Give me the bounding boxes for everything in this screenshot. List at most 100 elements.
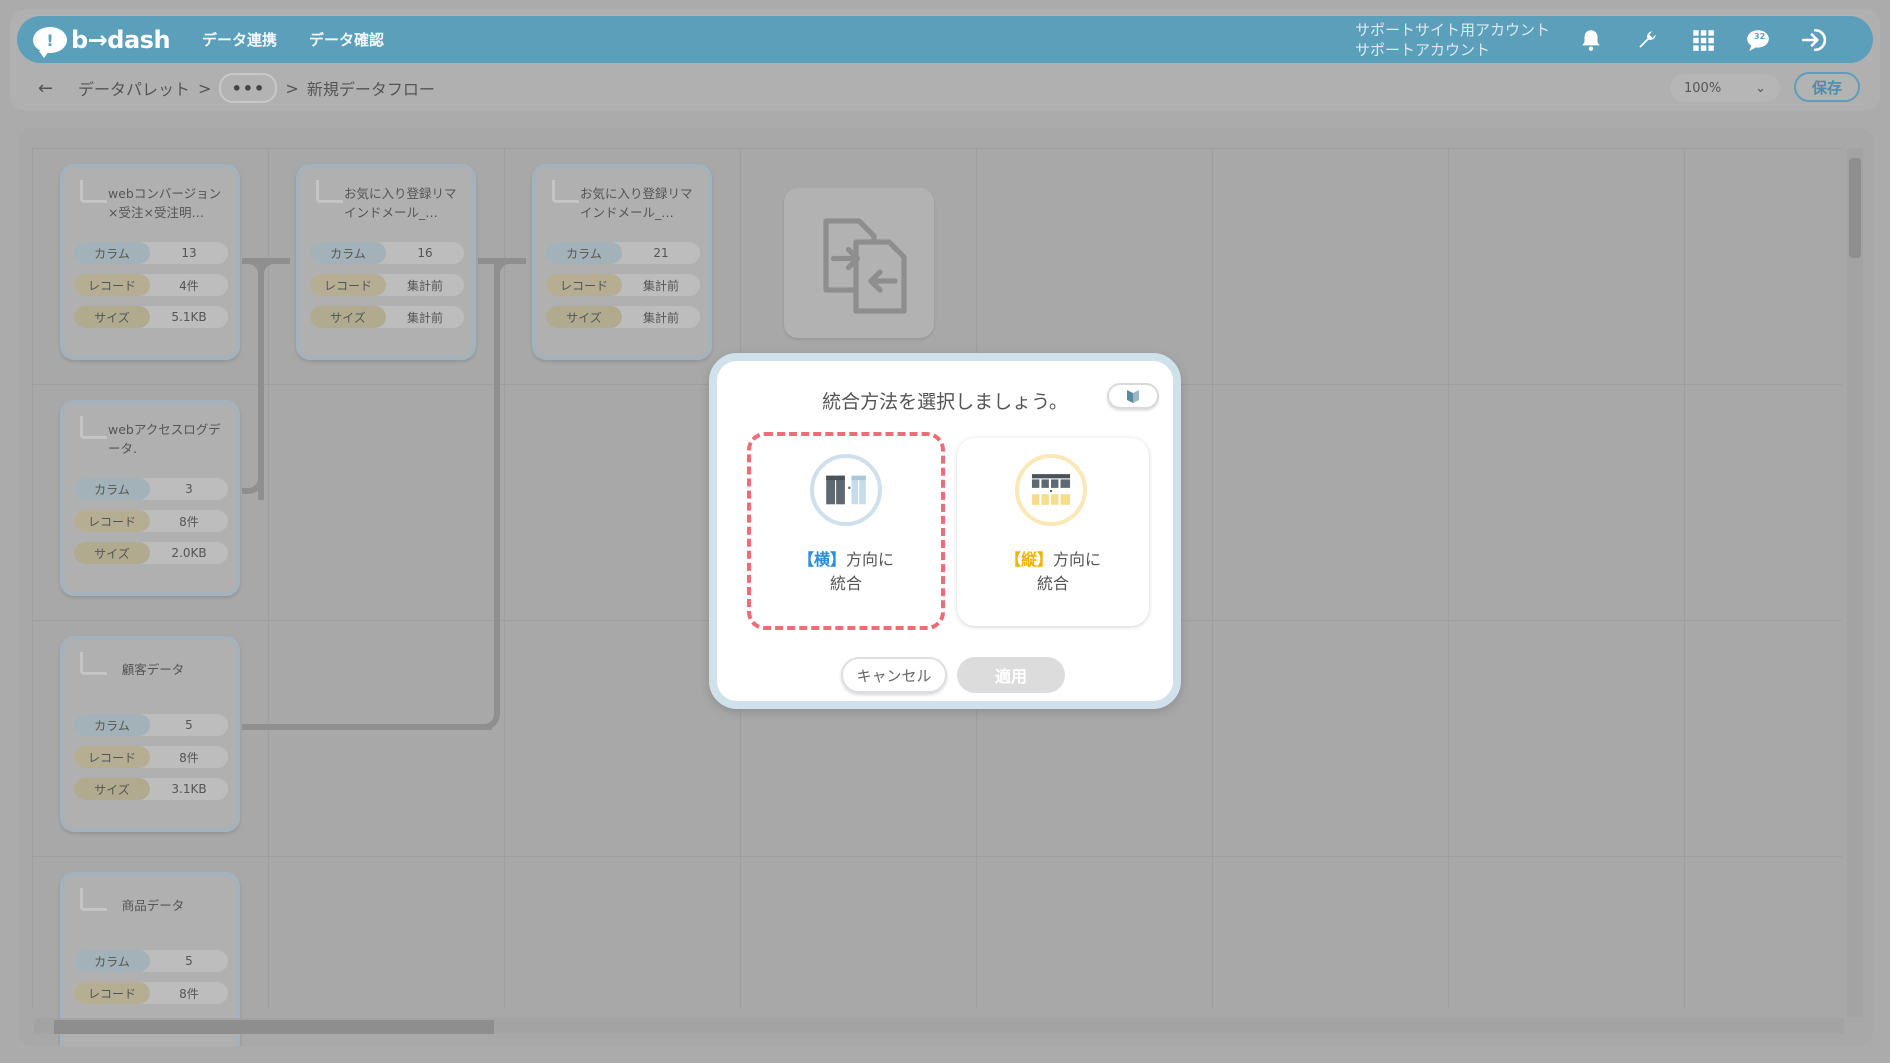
stat-label: レコード [74, 746, 150, 768]
vertical-scrollbar[interactable] [1847, 148, 1863, 1018]
stat-label: カラム [74, 714, 150, 736]
logo-bubble-icon: ! [33, 27, 67, 58]
stat-value: 集計前 [642, 278, 679, 293]
stat-value: 5.1KB [171, 310, 207, 324]
stat-value: 8件 [179, 986, 199, 1001]
stat-row-records: レコード 4件 [74, 274, 228, 296]
stat-row-size: サイズ 集計前 [310, 306, 464, 328]
stat-value: 集計前 [406, 278, 443, 293]
stat-label: カラム [74, 242, 150, 264]
nav-item-data-check[interactable]: データ確認 [309, 29, 384, 50]
horizontal-merge-icon [810, 454, 882, 526]
merge-files-icon [823, 218, 907, 314]
node-title: お気に入り登録リマインドメール_… [580, 186, 693, 220]
horizontal-merge-option[interactable]: 【横】方向に 統合 [747, 432, 945, 630]
stat-label: サイズ [74, 778, 150, 800]
stat-row-columns: カラム 13 [74, 242, 228, 264]
horizontal-merge-label: 【横】方向に 統合 [751, 548, 941, 596]
stat-label: サイズ [546, 306, 622, 328]
stat-value: 8件 [179, 750, 199, 765]
stat-label: カラム [74, 950, 150, 972]
logo[interactable]: ! b→dash [33, 24, 171, 58]
beginner-mark-icon [1127, 390, 1139, 403]
vertical-merge-option[interactable]: 【縦】方向に 統合 [957, 438, 1149, 626]
node-title: お気に入り登録リマインドメール_… [344, 186, 457, 220]
stat-row-columns: カラム 5 [74, 714, 228, 736]
zoom-select[interactable]: 100% ⌄ [1670, 74, 1780, 102]
vertical-merge-text: 統合 [1036, 574, 1069, 593]
stat-label: カラム [546, 242, 622, 264]
stat-label: サイズ [310, 306, 386, 328]
stat-value: 集計前 [406, 310, 443, 325]
breadcrumb-separator: > [285, 78, 299, 98]
stat-row-size: サイズ 3.1KB [74, 778, 228, 800]
breadcrumb-more-button[interactable]: ••• [219, 73, 278, 103]
merge-placeholder-node[interactable] [784, 188, 934, 338]
vertical-direction-text: 方向に [1053, 550, 1102, 569]
breadcrumb-current: 新規データフロー [306, 80, 435, 99]
top-navigation-bar: ! b→dash データ連携 データ確認 サポートサイト用アカウント サポートア… [17, 16, 1873, 63]
vertical-merge-label: 【縦】方向に 統合 [957, 548, 1149, 596]
zoom-value: 100% [1684, 80, 1722, 96]
stat-value: 16 [417, 246, 433, 260]
stat-row-records: レコード 8件 [74, 982, 228, 1004]
stat-value: 13 [181, 246, 197, 260]
cancel-button[interactable]: キャンセル [841, 657, 947, 693]
account-info[interactable]: サポートサイト用アカウント サポートアカウント [1355, 20, 1550, 60]
stat-value: 集計前 [642, 310, 679, 325]
connector-line [478, 264, 500, 730]
breadcrumb-separator: > [198, 78, 212, 98]
account-user-name: サポートアカウント [1355, 41, 1491, 59]
account-site-name: サポートサイト用アカウント [1355, 21, 1551, 39]
stat-row-records: レコード 集計前 [546, 274, 700, 296]
save-button[interactable]: 保存 [1794, 72, 1860, 102]
file-icon [316, 180, 343, 203]
horizontal-bracket: 【横】 [797, 550, 846, 569]
notification-count: 32 [1754, 32, 1766, 41]
horizontal-scrollbar[interactable] [34, 1018, 1844, 1034]
stat-row-columns: カラム 16 [310, 242, 464, 264]
beginner-guide-button[interactable] [1107, 383, 1159, 409]
chat-notification-icon[interactable]: 32 [1745, 27, 1771, 53]
connector-line [242, 264, 264, 494]
stat-label: レコード [74, 510, 150, 532]
bell-icon[interactable] [1578, 27, 1604, 53]
stat-row-columns: カラム 21 [546, 242, 700, 264]
chevron-down-icon: ⌄ [1755, 80, 1766, 96]
data-node[interactable]: webアクセスログデータ. カラム 3 レコード 8件 サイズ 2.0KB [60, 400, 240, 596]
data-node[interactable]: 顧客データ カラム 5 レコード 8件 サイズ 3.1KB [60, 636, 240, 832]
stat-row-records: レコード 8件 [74, 510, 228, 532]
breadcrumb-root[interactable]: データパレット [78, 76, 190, 100]
merge-method-dialog: 統合方法を選択しましょう。 【横】方向に 統合 【縦】方向に 統合 キャンセル … [709, 353, 1181, 709]
wrench-icon[interactable] [1634, 27, 1660, 53]
horizontal-direction-text: 方向に [846, 550, 895, 569]
stat-value: 3.1KB [171, 782, 207, 796]
connector-line [242, 724, 492, 730]
stat-row-size: サイズ 集計前 [546, 306, 700, 328]
app-grid-icon[interactable] [1690, 27, 1716, 53]
stat-row-records: レコード 8件 [74, 746, 228, 768]
stat-label: レコード [546, 274, 622, 296]
logout-icon[interactable] [1800, 27, 1827, 53]
data-node[interactable]: webコンバージョン×受注×受注明… カラム 13 レコード 4件 サイズ 5.… [60, 164, 240, 360]
stat-value: 5 [185, 718, 193, 732]
stat-value: 4件 [179, 278, 199, 293]
stat-value: 5 [185, 954, 193, 968]
vertical-scrollbar-thumb[interactable] [1849, 158, 1861, 258]
stat-label: レコード [310, 274, 386, 296]
data-node[interactable]: お気に入り登録リマインドメール_… カラム 21 レコード 集計前 サイズ 集計… [532, 164, 712, 360]
logo-mark: ! [46, 30, 54, 50]
back-arrow-icon[interactable]: ← [38, 78, 58, 99]
stat-row-size: サイズ 5.1KB [74, 306, 228, 328]
file-icon [552, 180, 579, 203]
horizontal-scrollbar-thumb[interactable] [54, 1020, 494, 1034]
stat-value: 3 [185, 482, 193, 496]
node-title: webコンバージョン×受注×受注明… [108, 186, 222, 220]
data-node[interactable]: お気に入り登録リマインドメール_… カラム 16 レコード 集計前 サイズ 集計… [296, 164, 476, 360]
stat-value: 21 [653, 246, 669, 260]
stat-label: サイズ [74, 542, 150, 564]
nav-item-data-integration[interactable]: データ連携 [202, 29, 277, 50]
apply-button[interactable]: 適用 [957, 657, 1065, 693]
stat-row-size: サイズ 2.0KB [74, 542, 228, 564]
file-icon [80, 416, 107, 439]
